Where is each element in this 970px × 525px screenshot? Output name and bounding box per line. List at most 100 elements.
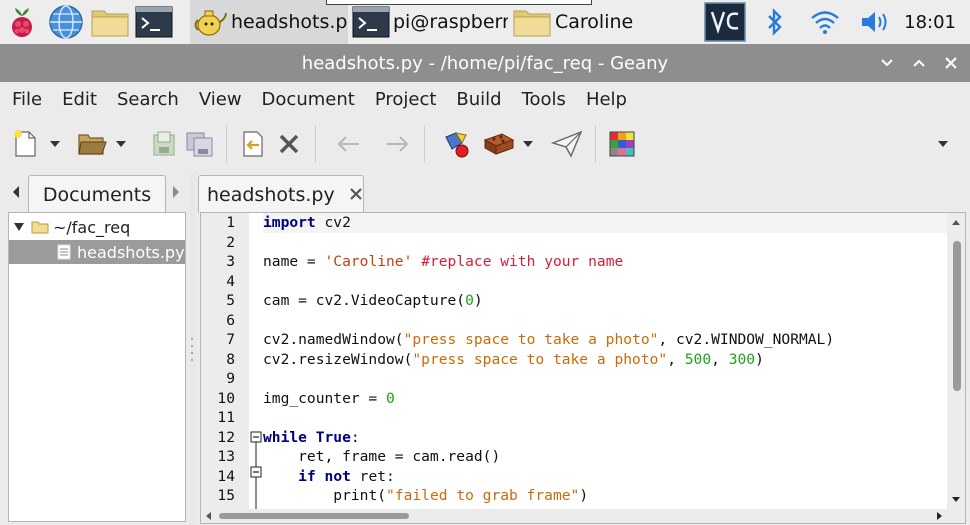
bluetooth-tray-button[interactable] (750, 0, 800, 44)
code-editor[interactable]: 1 2 3 4 5 6 7 8 9 10 11 12 13 14 15 import cv2 name = … (200, 212, 966, 524)
new-file-dropdown[interactable] (44, 124, 66, 164)
code-line: if not ret: (263, 467, 395, 487)
chevron-right-icon[interactable] (170, 184, 182, 200)
open-file-button[interactable] (74, 124, 110, 164)
fold-margin (249, 213, 263, 509)
window-titlebar[interactable]: headshots.py - /home/pi/fac_req - Geany (0, 44, 970, 82)
tree-folder-row[interactable]: ~/fac_req (13, 215, 130, 239)
scroll-right-arrow-icon[interactable] (933, 509, 945, 523)
horizontal-scroll-thumb[interactable] (219, 513, 409, 519)
toolbar-separator (315, 125, 316, 163)
number-literal: 0 (465, 292, 474, 309)
open-file-dropdown[interactable] (110, 124, 132, 164)
code-line: name = 'Caroline' #replace with your nam… (263, 252, 623, 272)
raspberry-menu-button[interactable] (0, 0, 44, 44)
build-dropdown[interactable] (517, 124, 539, 164)
save-icon (153, 131, 175, 156)
minimize-button[interactable] (874, 50, 900, 76)
build-icon (483, 133, 515, 155)
menu-document[interactable]: Document (252, 89, 365, 110)
code-text-segment (307, 429, 316, 446)
taskbar-task-terminal[interactable]: pi@raspberr… (348, 0, 508, 44)
compile-icon (445, 132, 469, 158)
chevron-down-icon (116, 141, 126, 147)
line-number: 3 (226, 253, 235, 270)
color-chooser-button[interactable] (604, 124, 640, 164)
clock[interactable]: 18:01 (900, 12, 970, 33)
desktop: headshots.p… pi@raspberr… Caroline (0, 0, 970, 525)
keyword: not (324, 467, 351, 485)
horizontal-scrollbar[interactable] (201, 509, 965, 523)
menu-edit[interactable]: Edit (52, 89, 107, 110)
revert-button[interactable] (235, 124, 271, 164)
globe-icon (49, 5, 83, 39)
save-button[interactable] (146, 124, 182, 164)
open-file-icon (78, 134, 107, 155)
back-arrow-icon (337, 136, 359, 152)
scroll-up-arrow-icon[interactable] (947, 217, 965, 227)
close-window-button[interactable] (938, 50, 964, 76)
vnc-tray-button[interactable] (700, 0, 750, 44)
keyword: while (263, 428, 307, 446)
volume-tray-button[interactable] (850, 0, 900, 44)
comment: #replace with your name (421, 253, 624, 270)
tree-file-row[interactable]: headshots.py (9, 240, 185, 264)
taskbar-task-label: pi@raspberr… (393, 11, 508, 33)
menu-build[interactable]: Build (446, 89, 511, 110)
menu-search[interactable]: Search (107, 89, 189, 110)
toolbar-overflow-button[interactable] (932, 124, 954, 164)
scroll-down-arrow-icon[interactable] (947, 495, 965, 505)
execute-icon (551, 130, 583, 158)
execute-button[interactable] (549, 124, 585, 164)
line-number: 5 (226, 292, 235, 309)
taskbar-task-label: headshots.p… (231, 11, 348, 33)
terminal-launcher[interactable] (132, 0, 176, 44)
vertical-scrollbar[interactable] (947, 213, 965, 509)
chevron-down-icon (50, 141, 60, 147)
tab-documents[interactable]: Documents (28, 175, 166, 213)
compile-button[interactable] (439, 124, 475, 164)
menu-file[interactable]: File (2, 89, 52, 110)
taskbar-task-folder[interactable]: Caroline (508, 0, 658, 44)
code-text-segment: ret, frame = cam.read() (263, 448, 501, 465)
tab-headshots-py[interactable]: headshots.py (198, 175, 364, 213)
color-chooser-icon (609, 131, 635, 157)
terminal-icon (352, 6, 390, 38)
menu-bar: File Edit Search View Document Project B… (0, 82, 970, 116)
code-line: cam = cv2.VideoCapture(0) (263, 291, 483, 311)
close-file-button[interactable] (271, 124, 307, 164)
maximize-button[interactable] (906, 50, 932, 76)
save-all-button[interactable] (182, 124, 218, 164)
editor-area: headshots.py 1 2 3 4 5 6 7 8 9 10 11 12 13 14 15 (196, 172, 970, 525)
menu-project[interactable]: Project (365, 89, 447, 110)
scroll-left-arrow-icon[interactable] (203, 509, 215, 523)
code-line: import cv2 (263, 213, 351, 233)
taskbar-task-geany[interactable]: headshots.p… (190, 0, 348, 44)
close-icon (349, 187, 362, 200)
new-file-button[interactable] (8, 124, 44, 164)
menu-tools[interactable]: Tools (512, 89, 576, 110)
browser-launcher[interactable] (44, 0, 88, 44)
keyword: import (263, 214, 316, 231)
menu-help[interactable]: Help (576, 89, 637, 110)
toolbar (0, 116, 970, 172)
raspberry-icon (12, 8, 32, 37)
wifi-tray-button[interactable] (800, 0, 850, 44)
close-tab-button[interactable] (349, 187, 363, 203)
file-manager-launcher[interactable] (88, 0, 132, 44)
vertical-scroll-thumb[interactable] (953, 241, 961, 391)
menu-view[interactable]: View (189, 89, 252, 110)
line-number: 12 (217, 428, 235, 446)
code-text-segment: cv2.resizeWindow( (263, 350, 413, 368)
line-number: 8 (226, 350, 235, 368)
pane-resize-handle[interactable] (190, 335, 194, 365)
sidebar-tabs: Documents (0, 172, 190, 213)
navigate-forward-button[interactable] (380, 124, 416, 164)
expand-arrow-icon[interactable] (13, 222, 25, 232)
chevron-left-icon[interactable] (10, 184, 22, 200)
build-button[interactable] (481, 124, 517, 164)
code-text-segment: : (350, 428, 360, 446)
navigate-back-button[interactable] (330, 124, 366, 164)
fold-marker-icon[interactable] (249, 213, 263, 509)
code-text[interactable]: import cv2 name = 'Caroline' #replace wi… (263, 213, 949, 509)
